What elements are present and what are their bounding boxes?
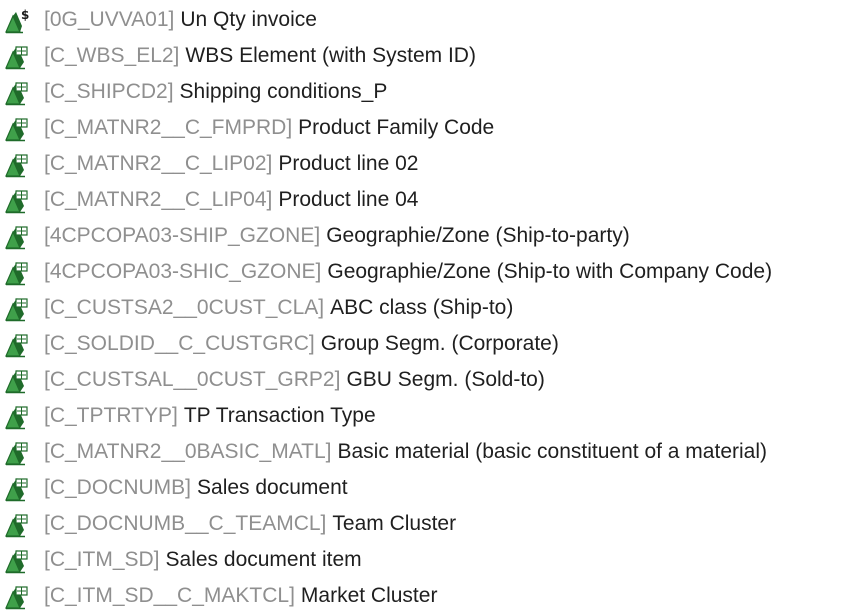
characteristic-icon [4, 296, 32, 322]
characteristic-icon [4, 152, 32, 178]
list-item[interactable]: [C_MATNR2__0BASIC_MATL] Basic material (… [0, 434, 859, 470]
technical-name: [0G_UVVA01] [44, 8, 175, 31]
technical-name: [C_DOCNUMB__C_TEAMCL] [44, 512, 327, 535]
characteristic-icon [4, 116, 32, 142]
list-item[interactable]: [C_DOCNUMB__C_TEAMCL] Team Cluster [0, 506, 859, 542]
technical-name: [C_CUSTSA2__0CUST_CLA] [44, 296, 325, 319]
list-item[interactable]: [C_MATNR2__C_LIP02] Product line 02 [0, 146, 859, 182]
svg-text:$: $ [21, 8, 29, 22]
description: Geographie/Zone (Ship-to-party) [326, 224, 630, 247]
field-list-tree: $ [0G_UVVA01] Un Qty invoice [C_WBS_EL2]… [0, 0, 859, 616]
technical-name: [C_MATNR2__C_LIP04] [44, 188, 273, 211]
characteristic-icon [4, 368, 32, 394]
list-item[interactable]: [C_DOCNUMB] Sales document [0, 470, 859, 506]
description: Shipping conditions_P [179, 80, 388, 103]
list-item[interactable]: [C_SOLDID__C_CUSTGRC] Group Segm. (Corpo… [0, 326, 859, 362]
description: WBS Element (with System ID) [185, 44, 476, 67]
description: Group Segm. (Corporate) [320, 332, 559, 355]
list-item[interactable]: [C_ITM_SD__C_MAKTCL] Market Cluster [0, 578, 859, 614]
technical-name: [4CPCOPA03-SHIC_GZONE] [44, 260, 322, 283]
list-item[interactable]: [C_MATNR2__C_FMPRD] Product Family Code [0, 110, 859, 146]
technical-name: [4CPCOPA03-SHIP_GZONE] [44, 224, 321, 247]
description: Sales document [197, 476, 348, 499]
technical-name: [C_MATNR2__0BASIC_MATL] [44, 440, 332, 463]
characteristic-icon [4, 548, 32, 574]
key-figure-icon: $ [4, 8, 32, 34]
description: Sales document item [165, 548, 362, 571]
description: Un Qty invoice [180, 8, 317, 31]
technical-name: [C_SHIPCD2] [44, 80, 174, 103]
characteristic-icon [4, 44, 32, 70]
description: Geographie/Zone (Ship-to with Company Co… [327, 260, 773, 283]
technical-name: [C_MATNR2__C_FMPRD] [44, 116, 293, 139]
technical-name: [C_CUSTSAL__0CUST_GRP2] [44, 368, 341, 391]
list-item[interactable]: [C_MATNR2__C_LIP04] Product line 04 [0, 182, 859, 218]
description: GBU Segm. (Sold-to) [346, 368, 545, 391]
description: Product Family Code [298, 116, 495, 139]
description: Market Cluster [300, 584, 438, 607]
list-item[interactable]: [C_CUSTSAL__0CUST_GRP2] GBU Segm. (Sold-… [0, 362, 859, 398]
list-item[interactable]: [C_WBS_EL2] WBS Element (with System ID) [0, 38, 859, 74]
characteristic-icon [4, 404, 32, 430]
list-item[interactable]: [4CPCOPA03-SHIC_GZONE] Geographie/Zone (… [0, 254, 859, 290]
description: Product line 04 [278, 188, 419, 211]
characteristic-icon [4, 80, 32, 106]
description: TP Transaction Type [183, 404, 376, 427]
characteristic-icon [4, 224, 32, 250]
technical-name: [C_MATNR2__C_LIP02] [44, 152, 273, 175]
list-item[interactable]: [C_TPTRTYP] TP Transaction Type [0, 398, 859, 434]
technical-name: [C_ITM_SD] [44, 548, 160, 571]
description: Team Cluster [332, 512, 457, 535]
list-item[interactable]: [C_CUSTSA2__0CUST_CLA] ABC class (Ship-t… [0, 290, 859, 326]
list-item[interactable]: [4CPCOPA03-SHIP_GZONE] Geographie/Zone (… [0, 218, 859, 254]
list-item[interactable]: [C_SHIPCD2] Shipping conditions_P [0, 74, 859, 110]
characteristic-icon [4, 188, 32, 214]
description: Product line 02 [278, 152, 419, 175]
list-item[interactable]: [C_ITM_SD] Sales document item [0, 542, 859, 578]
list-item[interactable]: $ [0G_UVVA01] Un Qty invoice [0, 2, 859, 38]
characteristic-icon [4, 512, 32, 538]
technical-name: [C_TPTRTYP] [44, 404, 178, 427]
characteristic-icon [4, 440, 32, 466]
technical-name: [C_WBS_EL2] [44, 44, 180, 67]
description: ABC class (Ship-to) [330, 296, 514, 319]
characteristic-icon [4, 584, 32, 610]
characteristic-icon [4, 260, 32, 286]
technical-name: [C_ITM_SD__C_MAKTCL] [44, 584, 295, 607]
description: Basic material (basic constituent of a m… [337, 440, 767, 463]
characteristic-icon [4, 476, 32, 502]
technical-name: [C_SOLDID__C_CUSTGRC] [44, 332, 315, 355]
characteristic-icon [4, 332, 32, 358]
technical-name: [C_DOCNUMB] [44, 476, 192, 499]
